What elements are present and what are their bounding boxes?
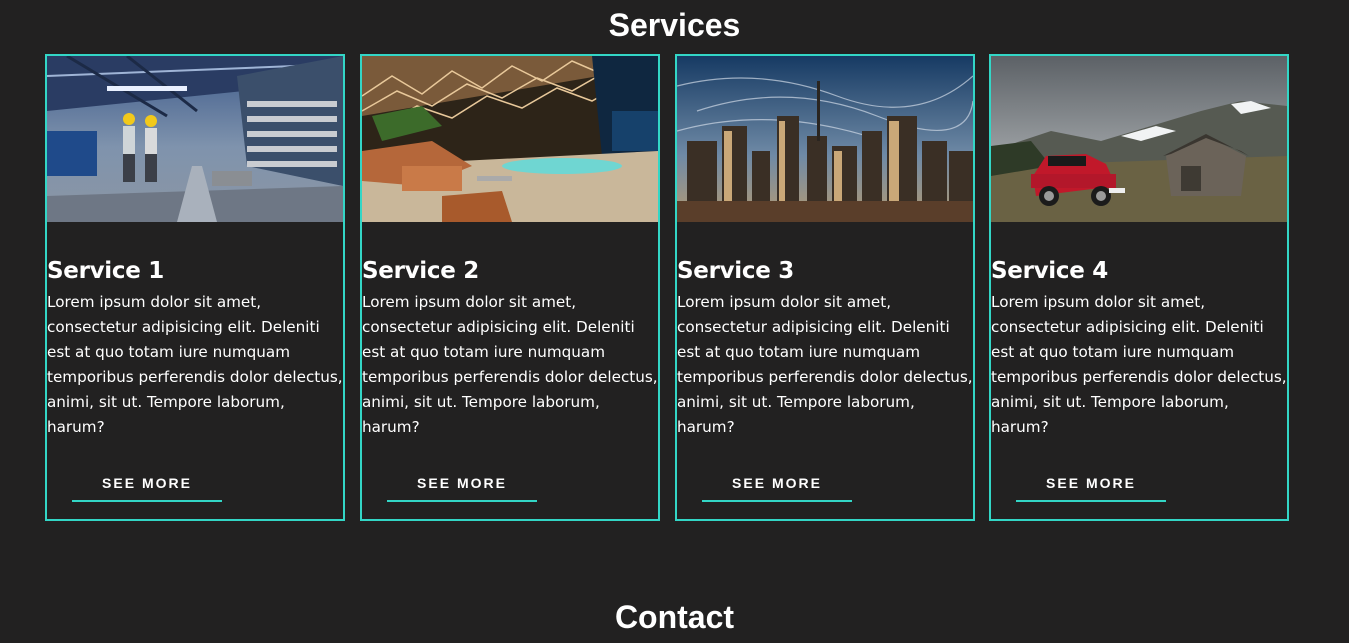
contact-heading: Contact: [614, 599, 735, 635]
service-3-title: Service 3: [677, 258, 794, 284]
service-2-see-more-button[interactable]: See more: [387, 466, 537, 502]
services-heading: Services: [608, 7, 741, 43]
service-2-image: [362, 56, 658, 222]
service-card-4: Service 4 Lorem ipsum dolor sit amet, co…: [989, 54, 1289, 521]
service-3-image: [677, 56, 973, 222]
service-card-1: Service 1 Lorem ipsum dolor sit amet, co…: [45, 54, 345, 521]
service-card-3: Service 3 Lorem ipsum dolor sit amet, co…: [675, 54, 975, 521]
service-4-description: Lorem ipsum dolor sit amet, consectetur …: [991, 293, 1287, 436]
service-3-see-more-button[interactable]: See more: [702, 466, 852, 502]
service-1-image: [47, 56, 343, 222]
service-2-title: Service 2: [362, 258, 479, 284]
service-2-description: Lorem ipsum dolor sit amet, consectetur …: [362, 293, 658, 436]
service-4-see-more-button[interactable]: See more: [1016, 466, 1166, 502]
service-3-description: Lorem ipsum dolor sit amet, consectetur …: [677, 293, 973, 436]
service-4-image: [991, 56, 1287, 222]
service-card-2: Service 2 Lorem ipsum dolor sit amet, co…: [360, 54, 660, 521]
service-1-see-more-button[interactable]: See more: [72, 466, 222, 502]
service-1-description: Lorem ipsum dolor sit amet, consectetur …: [47, 293, 343, 436]
service-1-title: Service 1: [47, 258, 164, 284]
service-4-title: Service 4: [991, 258, 1108, 284]
